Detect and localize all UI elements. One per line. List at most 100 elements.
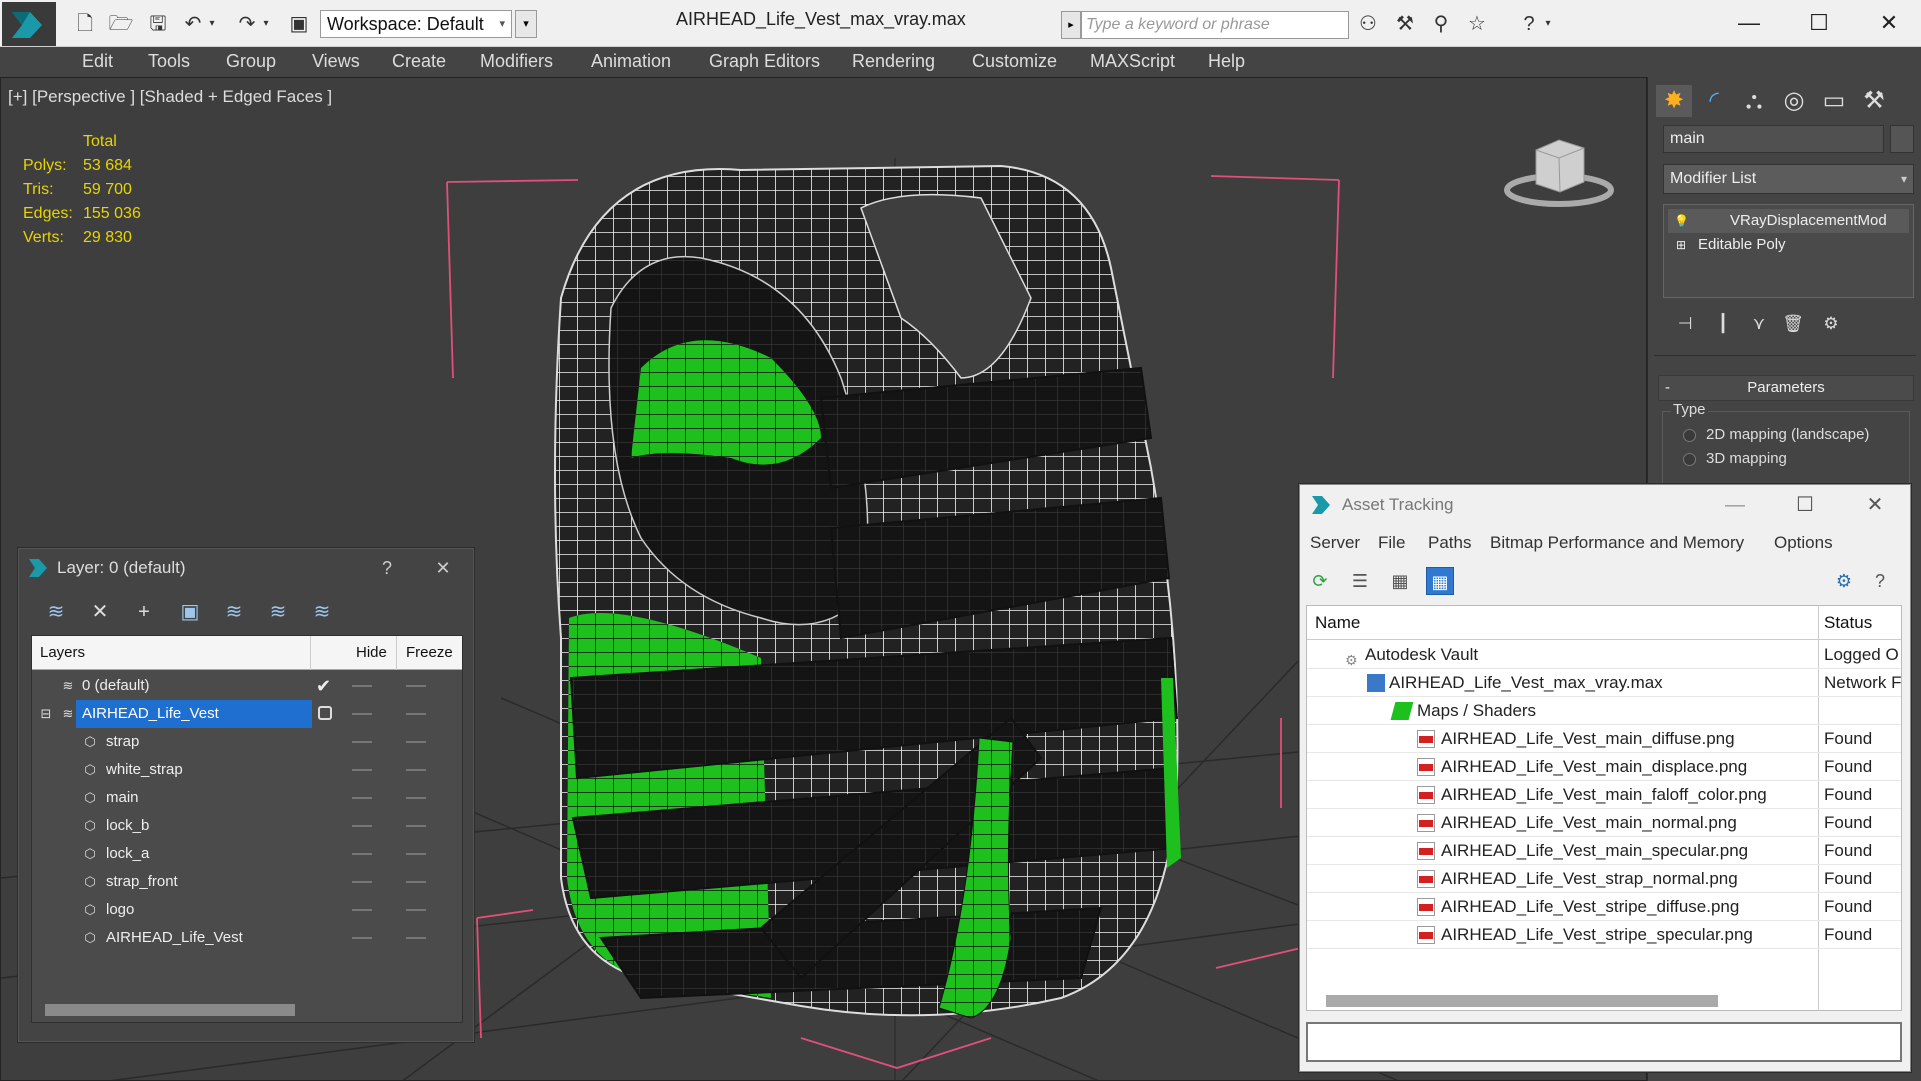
modify-tab-icon[interactable]: ◜ bbox=[1696, 85, 1732, 117]
table-row[interactable]: AIRHEAD_Life_Vest_max_vray.max Network F bbox=[1307, 669, 1901, 697]
delete-layer-icon[interactable]: ✕ bbox=[85, 597, 115, 627]
save-file-icon[interactable]: 🖫 bbox=[145, 12, 171, 36]
hide-toggle[interactable] bbox=[352, 797, 372, 799]
new-layer-icon[interactable]: ≋ bbox=[41, 597, 71, 627]
workspace-menu-button[interactable]: ▾ bbox=[515, 10, 537, 38]
radio-2d-mapping[interactable]: 2D mapping (landscape) bbox=[1683, 426, 1869, 443]
freeze-toggle[interactable] bbox=[406, 741, 426, 743]
redo-icon[interactable]: ↷ bbox=[234, 12, 260, 36]
current-layer-check-icon[interactable]: ✔ bbox=[316, 672, 331, 700]
table-row[interactable]: Maps / Shaders bbox=[1307, 697, 1901, 725]
redo-dropdown-icon[interactable]: ▾ bbox=[260, 12, 272, 36]
menu-options[interactable]: Options bbox=[1774, 533, 1833, 553]
column-hide[interactable]: Hide bbox=[356, 636, 387, 670]
column-freeze[interactable]: Freeze bbox=[406, 636, 453, 670]
menu-tools[interactable]: Tools bbox=[148, 51, 190, 72]
dialog-title-bar[interactable]: Layer: 0 (default) ? ✕ bbox=[19, 549, 473, 587]
close-button[interactable]: ✕ bbox=[1854, 6, 1921, 40]
menu-modifiers[interactable]: Modifiers bbox=[480, 51, 553, 72]
freeze-toggle[interactable] bbox=[406, 909, 426, 911]
menu-edit[interactable]: Edit bbox=[82, 51, 113, 72]
column-status[interactable]: Status bbox=[1824, 613, 1872, 633]
display-tab-icon[interactable]: ▭ bbox=[1816, 85, 1852, 117]
menu-animation[interactable]: Animation bbox=[591, 51, 671, 72]
help-dropdown-icon[interactable]: ▾ bbox=[1542, 12, 1554, 36]
help-button[interactable]: ? bbox=[367, 549, 407, 587]
vault-connect-icon[interactable]: ⚙ bbox=[1830, 567, 1858, 595]
table-row[interactable]: AIRHEAD_Life_Vest_stripe_diffuse.png Foun… bbox=[1307, 893, 1901, 921]
binoculars-icon[interactable]: ⚇ bbox=[1355, 12, 1381, 36]
table-view-icon[interactable]: ▦ bbox=[1426, 567, 1454, 595]
search-input[interactable]: Type a keyword or phrase bbox=[1081, 11, 1349, 39]
menu-server[interactable]: Server bbox=[1310, 533, 1360, 553]
maximize-button[interactable]: ☐ bbox=[1780, 485, 1830, 525]
thumbnail-view-icon[interactable]: ▦ bbox=[1386, 567, 1414, 595]
column-layers[interactable]: Layers bbox=[40, 636, 85, 670]
collapse-icon[interactable]: ⊟ bbox=[38, 706, 54, 722]
close-button[interactable]: ✕ bbox=[423, 549, 463, 587]
freeze-toggle[interactable] bbox=[406, 853, 426, 855]
horizontal-scrollbar[interactable] bbox=[31, 999, 429, 1019]
table-row[interactable]: AIRHEAD_Life_Vest_main_diffuse.png Found bbox=[1307, 725, 1901, 753]
new-file-icon[interactable]: 🗋 bbox=[72, 12, 98, 36]
help-icon[interactable]: ? bbox=[1866, 567, 1894, 595]
object-color-swatch[interactable] bbox=[1890, 125, 1914, 153]
modifier-list-dropdown[interactable]: Modifier List ▾ bbox=[1663, 164, 1914, 194]
menu-help[interactable]: Help bbox=[1208, 51, 1245, 72]
menu-paths[interactable]: Paths bbox=[1428, 533, 1471, 553]
close-button[interactable]: ✕ bbox=[1850, 485, 1900, 525]
stack-item[interactable]: 💡 VRayDisplacementMod bbox=[1668, 209, 1909, 233]
viewcube-icon[interactable] bbox=[1504, 130, 1614, 210]
make-unique-icon[interactable]: ⋎ bbox=[1744, 309, 1774, 339]
radio-3d-mapping[interactable]: 3D mapping bbox=[1683, 450, 1787, 467]
hide-toggle[interactable] bbox=[352, 909, 372, 911]
minimize-button[interactable]: — bbox=[1714, 6, 1784, 40]
table-row[interactable]: ⚙ Autodesk Vault Logged O bbox=[1307, 641, 1901, 669]
select-objects-icon[interactable]: ▣ bbox=[175, 597, 205, 627]
hide-toggle[interactable] bbox=[352, 713, 372, 715]
viewport-label[interactable]: [+] [Perspective ] [Shaded + Edged Faces… bbox=[8, 87, 332, 107]
object-row[interactable]: ⬡ lock_b bbox=[32, 812, 462, 840]
minimize-button[interactable]: — bbox=[1710, 485, 1760, 525]
maximize-button[interactable]: ☐ bbox=[1784, 6, 1854, 40]
app-logo-icon[interactable] bbox=[2, 2, 56, 46]
utilities-tab-icon[interactable]: ⚒ bbox=[1856, 85, 1892, 117]
column-name[interactable]: Name bbox=[1315, 613, 1360, 633]
table-row[interactable]: AIRHEAD_Life_Vest_main_displace.png Found bbox=[1307, 753, 1901, 781]
freeze-toggle[interactable] bbox=[406, 825, 426, 827]
open-file-icon[interactable]: 🗁 bbox=[108, 12, 134, 36]
freeze-toggle[interactable] bbox=[406, 881, 426, 883]
hide-toggle[interactable] bbox=[352, 853, 372, 855]
undo-icon[interactable]: ↶ bbox=[180, 12, 206, 36]
remove-modifier-icon[interactable]: 🗑 bbox=[1778, 309, 1808, 339]
scrollbar-thumb[interactable] bbox=[1326, 995, 1718, 1007]
undo-dropdown-icon[interactable]: ▾ bbox=[206, 12, 218, 36]
freeze-toggle[interactable] bbox=[406, 937, 426, 939]
table-row[interactable]: AIRHEAD_Life_Vest_main_specular.png Found bbox=[1307, 837, 1901, 865]
configure-sets-icon[interactable]: ⚙ bbox=[1816, 309, 1846, 339]
menu-create[interactable]: Create bbox=[392, 51, 446, 72]
show-end-result-icon[interactable]: ┃ bbox=[1708, 309, 1738, 339]
pin-stack-icon[interactable]: ⊣ bbox=[1670, 309, 1700, 339]
asset-status-field[interactable] bbox=[1306, 1022, 1902, 1062]
tools-icon[interactable]: ⚒ bbox=[1392, 12, 1418, 36]
layer-row[interactable]: ≋ 0 (default) ✔ bbox=[32, 672, 462, 700]
menu-group[interactable]: Group bbox=[226, 51, 276, 72]
table-row[interactable]: AIRHEAD_Life_Vest_strap_normal.png Found bbox=[1307, 865, 1901, 893]
horizontal-scrollbar[interactable] bbox=[1306, 991, 1902, 1009]
menu-maxscript[interactable]: MAXScript bbox=[1090, 51, 1175, 72]
menu-graph-editors[interactable]: Graph Editors bbox=[709, 51, 820, 72]
freeze-toggle[interactable] bbox=[406, 713, 426, 715]
parameters-rollout[interactable]: - Parameters bbox=[1658, 375, 1914, 401]
object-row[interactable]: ⬡ strap_front bbox=[32, 868, 462, 896]
menu-file[interactable]: File bbox=[1378, 533, 1405, 553]
layer-row[interactable]: ⊟ ≋ AIRHEAD_Life_Vest bbox=[32, 700, 462, 728]
table-row[interactable]: AIRHEAD_Life_Vest_stripe_specular.png Fou… bbox=[1307, 921, 1901, 949]
dialog-title-bar[interactable]: Asset Tracking — ☐ ✕ bbox=[1300, 485, 1910, 525]
hide-toggle[interactable] bbox=[352, 769, 372, 771]
object-row[interactable]: ⬡ logo bbox=[32, 896, 462, 924]
create-tab-icon[interactable]: ✸ bbox=[1656, 85, 1692, 117]
help-icon[interactable]: ? bbox=[1516, 12, 1542, 36]
add-to-layer-icon[interactable]: + bbox=[129, 597, 159, 627]
scrollbar-thumb[interactable] bbox=[45, 1004, 295, 1016]
